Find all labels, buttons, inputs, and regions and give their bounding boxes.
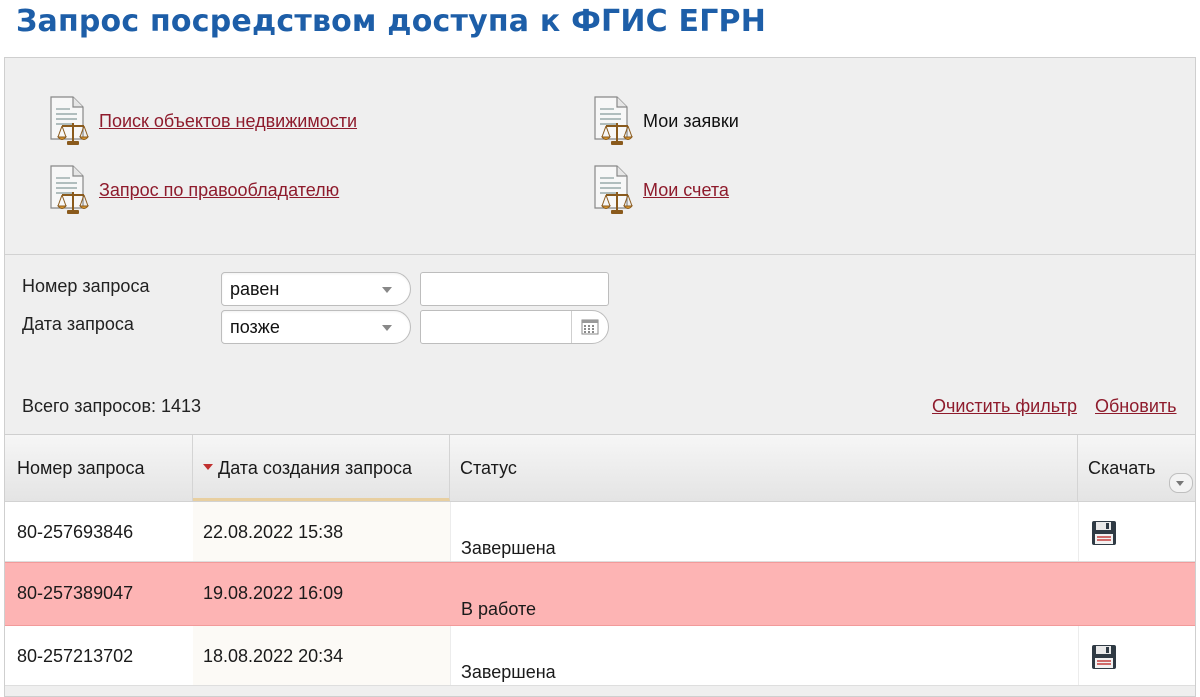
chevron-down-icon bbox=[382, 287, 392, 293]
requests-table: Номер запроса Дата создания запроса Стат… bbox=[5, 434, 1195, 686]
request-date: 18.08.2022 20:34 bbox=[193, 626, 450, 685]
document-scales-icon bbox=[594, 96, 634, 145]
menu-item-label: Мои заявки bbox=[643, 110, 739, 131]
column-header-number[interactable]: Номер запроса bbox=[5, 435, 193, 501]
request-date-label: Дата запроса bbox=[22, 314, 134, 334]
column-header-status[interactable]: Статус bbox=[450, 435, 1078, 501]
request-status: Завершена bbox=[450, 626, 1078, 685]
request-date: 22.08.2022 15:38 bbox=[193, 502, 450, 561]
table-row[interactable]: 80-257389047 19.08.2022 16:09 В работе bbox=[5, 562, 1195, 626]
chevron-down-icon bbox=[382, 325, 392, 331]
request-status: Завершена bbox=[450, 502, 1078, 561]
request-status: В работе bbox=[461, 599, 537, 619]
calendar-icon bbox=[581, 319, 599, 335]
menu-item-owner-request[interactable]: Запрос по правообладателю bbox=[43, 164, 339, 216]
menu-item-label[interactable]: Запрос по правообладателю bbox=[99, 180, 339, 201]
menu-item-label[interactable]: Мои счета bbox=[643, 180, 729, 201]
download-cell bbox=[1078, 626, 1195, 685]
request-number: 80-257213702 bbox=[17, 646, 134, 666]
calendar-button[interactable] bbox=[571, 311, 608, 343]
main-panel: Поиск объектов недвижимости Мои заявки З… bbox=[4, 57, 1196, 697]
request-date-input[interactable] bbox=[420, 310, 609, 344]
request-number: 80-257389047 bbox=[17, 583, 134, 603]
download-cell bbox=[1078, 502, 1195, 561]
document-scales-icon bbox=[50, 165, 90, 214]
download-cell bbox=[1078, 563, 1195, 625]
floppy-disk-icon[interactable] bbox=[1091, 644, 1117, 670]
request-number-label: Номер запроса bbox=[22, 276, 150, 296]
clear-filter-link[interactable]: Очистить фильтр bbox=[932, 396, 1077, 417]
table-header: Номер запроса Дата создания запроса Стат… bbox=[5, 434, 1195, 502]
request-number-input[interactable] bbox=[420, 272, 609, 306]
menu-item-my-accounts[interactable]: Мои счета bbox=[587, 164, 729, 216]
select-value: позже bbox=[230, 317, 280, 337]
service-menu: Поиск объектов недвижимости Мои заявки З… bbox=[5, 58, 1195, 255]
document-scales-icon bbox=[50, 96, 90, 145]
column-header-download[interactable]: Скачать bbox=[1078, 435, 1195, 501]
request-date: 19.08.2022 16:09 bbox=[203, 583, 344, 603]
request-number: 80-257693846 bbox=[17, 522, 134, 542]
sort-desc-icon bbox=[203, 464, 213, 471]
table-row[interactable]: 80-257213702 18.08.2022 20:34 Завершена bbox=[5, 626, 1195, 686]
refresh-link[interactable]: Обновить bbox=[1095, 396, 1177, 417]
request-date-operator-select[interactable]: позже bbox=[221, 310, 411, 344]
menu-item-label[interactable]: Поиск объектов недвижимости bbox=[99, 111, 357, 132]
document-scales-icon bbox=[594, 165, 634, 214]
menu-item-search-objects[interactable]: Поиск объектов недвижимости bbox=[43, 95, 357, 147]
column-header-date[interactable]: Дата создания запроса bbox=[193, 435, 450, 501]
total-requests: Всего запросов: 1413 bbox=[22, 396, 202, 416]
request-number-operator-select[interactable]: равен bbox=[221, 272, 411, 306]
select-value: равен bbox=[230, 279, 280, 299]
menu-item-my-requests[interactable]: Мои заявки bbox=[587, 95, 739, 147]
column-menu-button[interactable] bbox=[1169, 473, 1193, 493]
floppy-disk-icon[interactable] bbox=[1091, 520, 1117, 546]
table-row[interactable]: 80-257693846 22.08.2022 15:38 Завершена bbox=[5, 502, 1195, 562]
page-title: Запрос посредством доступа к ФГИС ЕГРН bbox=[16, 4, 767, 39]
